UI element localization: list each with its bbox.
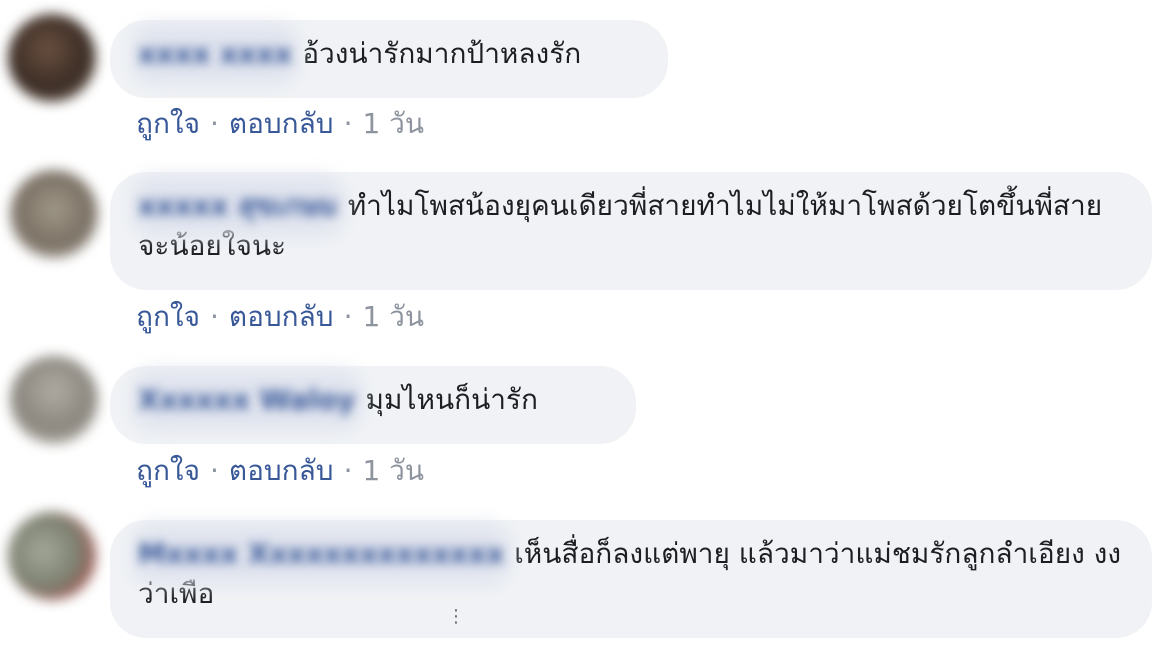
avatar[interactable] <box>10 356 98 444</box>
comment-bubble: xxxxx สุขเกษม ทำไมโพสน้องยุคนเดียวพี่สายท… <box>110 172 1152 290</box>
more-options-icon[interactable]: ⋮ <box>447 608 465 626</box>
like-link[interactable]: ถูกใจ <box>136 107 200 140</box>
comment-author[interactable]: Xxxxxx Waloy <box>132 370 362 430</box>
separator-dot: · <box>343 107 353 140</box>
avatar[interactable] <box>8 14 96 102</box>
comment-actions: ถูกใจ · ตอบกลับ · 1 วัน <box>136 297 424 337</box>
comment-bubble: xxxx xxxx อ้วงน่ารักมากป้าหลงรัก <box>110 20 668 98</box>
reply-link[interactable]: ตอบกลับ <box>229 107 334 140</box>
comment-author[interactable]: Mxxxx Xxxxxxxxxxxxxx <box>132 524 511 584</box>
comment-bubble: Xxxxxx Waloy มุมไหนก็น่ารัก <box>110 366 636 444</box>
comment-text: อ้วงน่ารักมากป้าหลงรัก <box>302 37 582 70</box>
reply-link[interactable]: ตอบกลับ <box>229 454 334 487</box>
separator-dot: · <box>209 454 219 487</box>
comment-timestamp[interactable]: 1 วัน <box>362 107 424 140</box>
comment-timestamp[interactable]: 1 วัน <box>362 300 424 333</box>
comment-actions: ถูกใจ · ตอบกลับ · 1 วัน <box>136 104 424 144</box>
comment-actions: ถูกใจ · ตอบกลับ · 1 วัน <box>136 451 424 491</box>
comment-author[interactable]: xxxx xxxx <box>132 24 299 84</box>
comment-timestamp[interactable]: 1 วัน <box>362 454 424 487</box>
comment-text: มุมไหนก็น่ารัก <box>365 383 538 416</box>
comment-author[interactable]: xxxxx สุขเกษม <box>132 176 344 236</box>
separator-dot: · <box>343 454 353 487</box>
like-link[interactable]: ถูกใจ <box>136 300 200 333</box>
like-link[interactable]: ถูกใจ <box>136 454 200 487</box>
separator-dot: · <box>343 300 353 333</box>
avatar[interactable] <box>8 512 96 600</box>
avatar[interactable] <box>10 170 98 258</box>
reply-link[interactable]: ตอบกลับ <box>229 300 334 333</box>
comment-bubble: Mxxxx Xxxxxxxxxxxxxx เห็นสื่อก็ลงแต่พายุ … <box>110 520 1152 638</box>
separator-dot: · <box>209 107 219 140</box>
separator-dot: · <box>209 300 219 333</box>
